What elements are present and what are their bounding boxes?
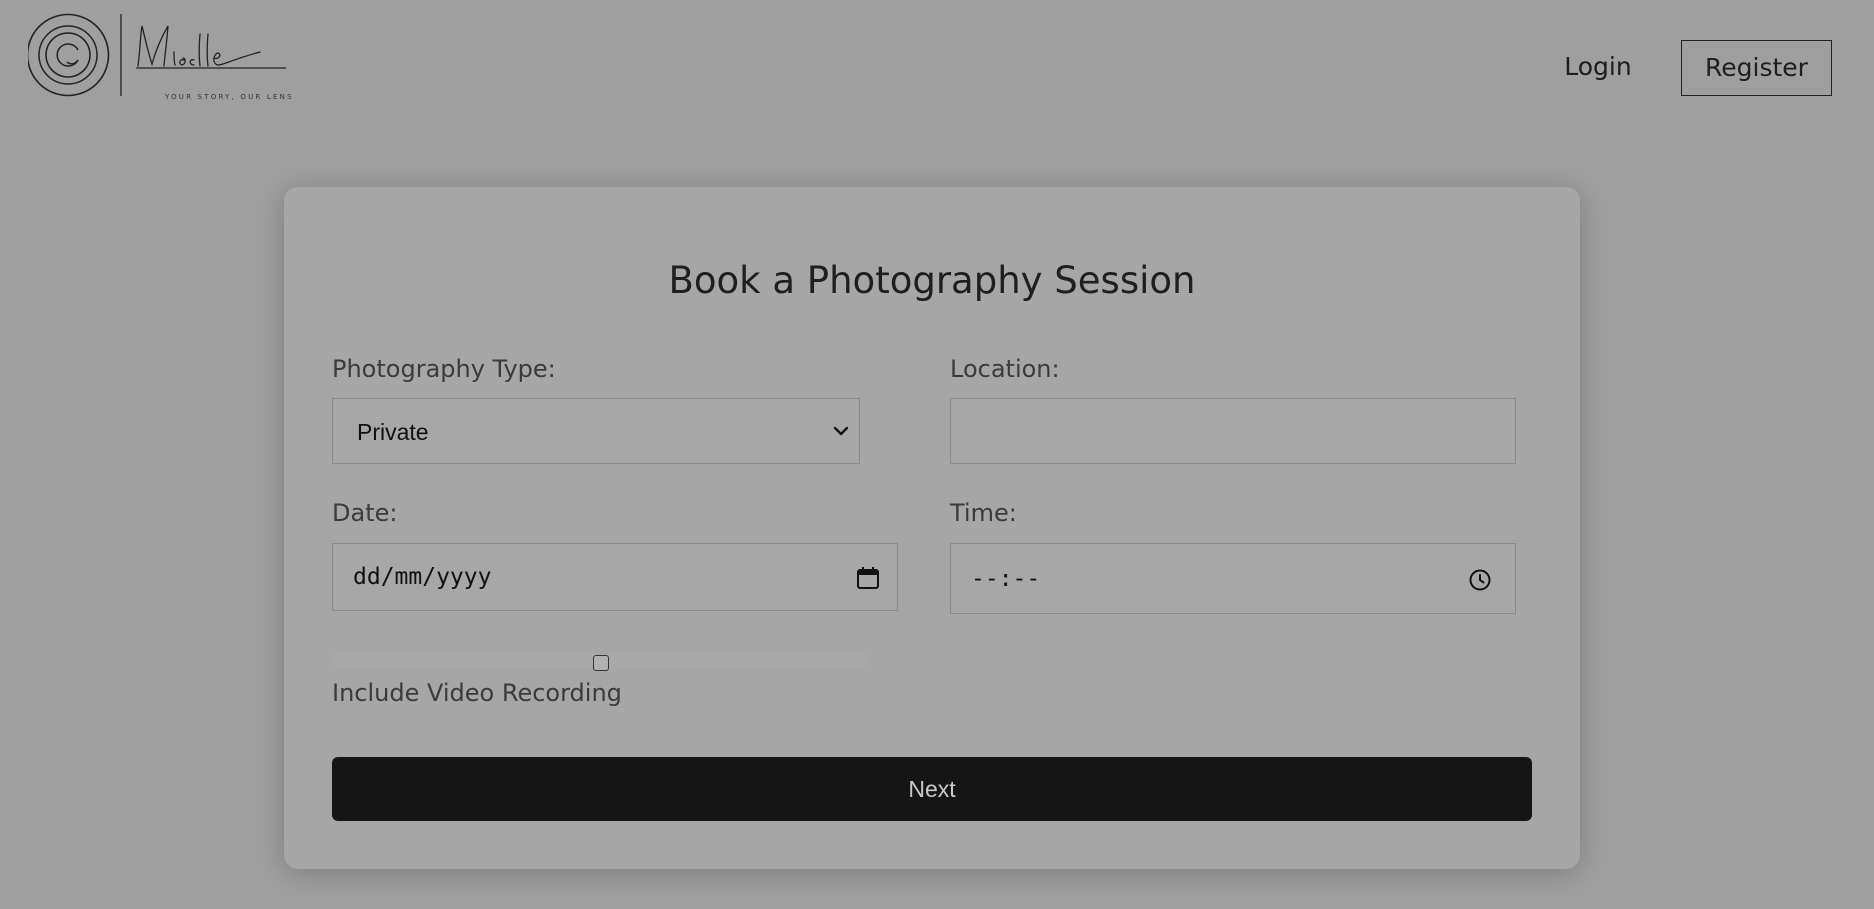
logo-tagline: YOUR STORY, OUR LENS <box>165 93 294 101</box>
photography-type-label: Photography Type: <box>332 355 556 383</box>
next-button[interactable]: Next <box>332 757 1532 821</box>
time-label: Time: <box>950 499 1017 527</box>
calendar-icon[interactable] <box>855 565 881 591</box>
booking-form-card: Book a Photography Session Photography T… <box>284 187 1580 869</box>
photography-type-selected-value: Private <box>357 419 429 445</box>
video-recording-checkbox[interactable] <box>593 655 609 671</box>
form-title: Book a Photography Session <box>668 259 1196 302</box>
video-recording-label[interactable]: Include Video Recording <box>332 679 622 707</box>
login-link[interactable]: Login <box>1548 47 1648 87</box>
clock-icon[interactable] <box>1467 567 1493 593</box>
camera-lens-logo-icon <box>28 13 286 97</box>
site-header: YOUR STORY, OUR LENS Login Register <box>0 0 1874 135</box>
site-logo[interactable]: YOUR STORY, OUR LENS <box>28 12 358 122</box>
date-input[interactable]: dd/mm/yyyy <box>332 543 898 611</box>
date-placeholder: dd/mm/yyyy <box>353 564 492 590</box>
chevron-down-icon <box>831 419 851 443</box>
location-input[interactable] <box>950 398 1516 464</box>
time-input[interactable]: --:-- <box>950 543 1516 614</box>
photography-type-select[interactable]: Private <box>332 398 860 464</box>
location-label: Location: <box>950 355 1060 383</box>
time-placeholder: --:-- <box>971 566 1041 592</box>
register-button[interactable]: Register <box>1681 40 1832 96</box>
date-label: Date: <box>332 499 398 527</box>
